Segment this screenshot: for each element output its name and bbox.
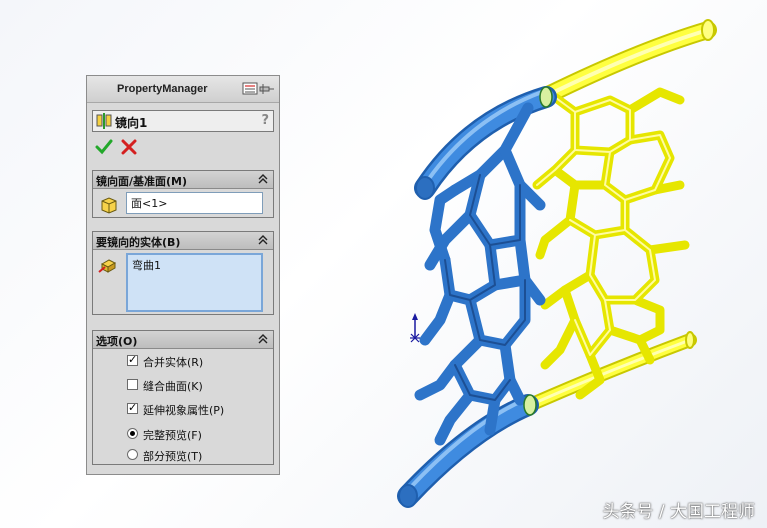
mirror-face-group-title: 镜向面/基准面(M) xyxy=(96,175,188,188)
options-group-header[interactable]: 选项(O) xyxy=(93,331,273,349)
propagate-visual-checkbox[interactable]: ✓ xyxy=(127,401,138,414)
bodies-group-title: 要镜向的实体(B) xyxy=(96,236,181,249)
partial-preview-label: 部分预览(T) xyxy=(143,450,203,463)
mirrored-body-preview xyxy=(523,19,717,412)
mirror-face-value: 面<1> xyxy=(131,197,168,210)
full-preview-label: 完整预览(F) xyxy=(143,429,202,442)
bodies-selection-list[interactable]: 弯曲1 xyxy=(126,253,263,312)
double-chevron-up-icon[interactable] xyxy=(258,334,268,344)
merge-solids-checkbox[interactable]: ✓ xyxy=(127,353,138,366)
knit-surfaces-checkbox[interactable] xyxy=(127,379,138,390)
knit-surfaces-label: 缝合曲面(K) xyxy=(143,380,203,393)
property-manager-title: PropertyManager xyxy=(117,83,208,95)
property-manager-panel: PropertyManager 镜向1 ? 镜向面/基准面(M) 面<1> 要镜… xyxy=(86,75,280,475)
partial-preview-radio[interactable] xyxy=(127,449,138,460)
face-cube-icon xyxy=(101,197,117,214)
full-preview-radio[interactable] xyxy=(127,428,138,439)
property-manager-titlebar: PropertyManager xyxy=(87,76,279,103)
bodies-group-header[interactable]: 要镜向的实体(B) xyxy=(93,232,273,250)
radio-dot-icon xyxy=(130,431,135,436)
mirror-feature-icon xyxy=(96,113,112,129)
body-selection-icon xyxy=(98,259,117,273)
x-icon[interactable] xyxy=(120,138,138,156)
options-group: 选项(O) ✓ 合并实体(R) 缝合曲面(K) ✓ 延伸视象属性(P) 完整预览… xyxy=(92,330,274,465)
propagate-visual-label: 延伸视象属性(P) xyxy=(143,404,225,417)
check-icon[interactable] xyxy=(95,138,113,156)
feature-name: 镜向1 xyxy=(115,116,148,130)
feature-header: 镜向1 ? xyxy=(92,110,274,132)
options-group-title: 选项(O) xyxy=(96,335,138,348)
original-body[interactable] xyxy=(397,86,557,508)
checkmark-icon: ✓ xyxy=(128,353,138,366)
mirror-face-group-header[interactable]: 镜向面/基准面(M) xyxy=(93,171,273,189)
merge-solids-label: 合并实体(R) xyxy=(143,356,204,369)
mirror-face-group: 镜向面/基准面(M) 面<1> xyxy=(92,170,274,218)
mirror-face-selection[interactable]: 面<1> xyxy=(126,192,263,214)
bodies-to-mirror-group: 要镜向的实体(B) 弯曲1 xyxy=(92,231,274,315)
watermark: 头条号 / 大国工程师 xyxy=(602,502,755,522)
pushpin-icon[interactable] xyxy=(241,81,275,97)
coordinate-triad-icon xyxy=(410,313,420,343)
double-chevron-up-icon[interactable] xyxy=(258,174,268,184)
list-item[interactable]: 弯曲1 xyxy=(132,257,257,273)
double-chevron-up-icon[interactable] xyxy=(258,235,268,245)
help-button[interactable]: ? xyxy=(261,113,269,128)
checkmark-icon: ✓ xyxy=(128,401,138,414)
